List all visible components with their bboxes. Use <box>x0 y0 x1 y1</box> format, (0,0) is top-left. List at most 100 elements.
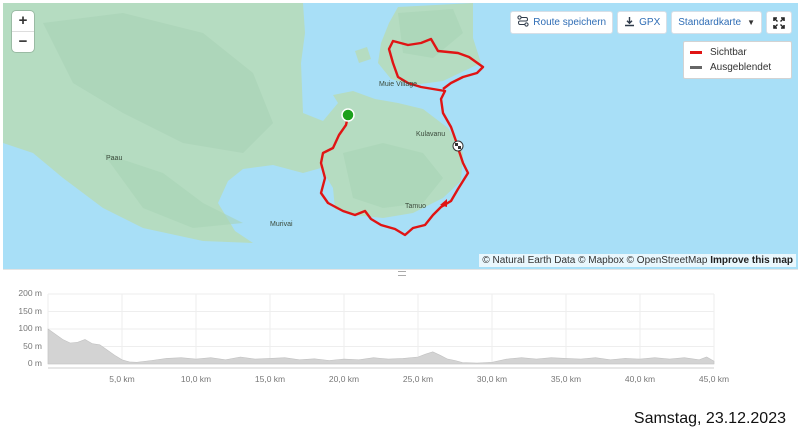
x-tick-label: 25,0 km <box>402 374 434 384</box>
elevation-point <box>669 358 671 360</box>
caret-down-icon: ▼ <box>747 18 755 27</box>
place-label: Murivai <box>270 221 293 228</box>
elevation-point <box>461 362 463 364</box>
map-attribution: © Natural Earth Data © Mapbox © OpenStre… <box>479 254 796 267</box>
map-view[interactable]: Muie Village Kulavanu Paau Tamuo Murivai… <box>3 3 798 269</box>
elevation-point <box>114 354 116 356</box>
elevation-point <box>180 357 182 359</box>
elevation-point <box>84 339 86 341</box>
elevation-point <box>506 358 508 360</box>
elevation-point <box>69 342 71 344</box>
elevation-point <box>439 354 441 356</box>
elevation-point <box>373 357 375 359</box>
x-tick-label: 40,0 km <box>624 374 656 384</box>
elevation-point <box>313 358 315 360</box>
elevation-point <box>54 333 56 335</box>
y-tick-label: 50 m <box>23 340 42 351</box>
place-label: Kulavanu <box>416 131 446 138</box>
legend-swatch <box>690 66 702 69</box>
x-tick-label: 15,0 km <box>254 374 286 384</box>
elevation-point <box>284 357 286 359</box>
elevation-point <box>299 359 301 361</box>
elevation-profile[interactable]: 200 m 150 m 100 m 50 m 0 m 5,0 km 10,0 km 15,0 … <box>0 282 800 392</box>
elevation-point <box>609 359 611 361</box>
elevation-point <box>706 356 708 358</box>
place-label: Tamuo <box>405 203 427 210</box>
elevation-point <box>639 358 641 360</box>
date-caption: Samstag, 23.12.2023 <box>633 410 786 427</box>
elevation-point <box>106 349 108 351</box>
save-route-button[interactable]: Route speichern <box>510 11 614 34</box>
gpx-label: GPX <box>639 17 661 28</box>
place-label: Muie Village <box>379 81 418 88</box>
elevation-point <box>454 360 456 362</box>
elevation-point <box>476 362 478 364</box>
elevation-point <box>195 358 197 360</box>
panel-resize-handle[interactable] <box>3 269 798 276</box>
elevation-point <box>417 356 419 358</box>
place-label: Paau <box>106 155 123 162</box>
elevation-point <box>432 351 434 353</box>
elevation-point <box>550 357 552 359</box>
y-tick-label: 0 m <box>27 358 42 368</box>
elevation-point <box>713 360 715 362</box>
elevation-point <box>683 357 685 359</box>
elevation-point <box>151 360 153 362</box>
elevation-point <box>62 339 64 341</box>
elevation-point <box>595 357 597 359</box>
x-tick-label: 5,0 km <box>109 374 135 384</box>
x-tick-label: 20,0 km <box>328 374 360 384</box>
map-style-label: Standardkarte <box>678 17 742 28</box>
legend-label: Ausgeblendet <box>710 62 772 73</box>
elevation-point <box>239 356 241 358</box>
zoom-control: + − <box>12 11 34 52</box>
zoom-out-button[interactable]: − <box>12 32 34 52</box>
elevation-point <box>225 359 227 361</box>
elevation-point <box>121 359 123 361</box>
gpx-download-button[interactable]: GPX <box>617 11 668 34</box>
start-marker <box>341 108 355 122</box>
elevation-point <box>254 358 256 360</box>
fullscreen-icon <box>773 16 785 29</box>
x-tick-label: 45,0 km <box>698 374 730 384</box>
elevation-point <box>424 353 426 355</box>
download-icon <box>624 16 635 30</box>
route-icon <box>517 15 529 30</box>
x-tick-label: 35,0 km <box>550 374 582 384</box>
elevation-point <box>128 361 130 363</box>
elevation-point <box>91 343 93 345</box>
legend-item-hidden[interactable]: Ausgeblendet <box>690 60 791 75</box>
y-tick-label: 100 m <box>18 323 42 333</box>
elevation-point <box>358 359 360 361</box>
y-tick-label: 200 m <box>18 288 42 298</box>
map-toolbar: Route speichern GPX Standardkarte ▼ <box>510 11 762 34</box>
elevation-point <box>624 357 626 359</box>
attribution-text: © Natural Earth Data © Mapbox © OpenStre… <box>482 255 708 266</box>
elevation-point <box>165 357 167 359</box>
elevation-point <box>521 357 523 359</box>
improve-map-link[interactable]: Improve this map <box>710 255 793 266</box>
elevation-point <box>402 357 404 359</box>
grip-icon <box>398 271 406 276</box>
zoom-in-button[interactable]: + <box>12 11 34 32</box>
elevation-point <box>99 344 101 346</box>
x-tick-label: 10,0 km <box>180 374 212 384</box>
elevation-point <box>491 361 493 363</box>
elevation-point <box>328 360 330 362</box>
elevation-point <box>698 359 700 361</box>
map-terrain <box>3 3 485 243</box>
map-style-dropdown[interactable]: Standardkarte ▼ <box>671 11 762 34</box>
elevation-point <box>387 358 389 360</box>
route-legend: Sichtbar Ausgeblendet <box>683 41 792 79</box>
fullscreen-button[interactable] <box>766 11 792 34</box>
elevation-point <box>447 358 449 360</box>
legend-item-visible[interactable]: Sichtbar <box>690 45 791 60</box>
elevation-point <box>47 328 49 330</box>
save-route-label: Route speichern <box>533 17 607 28</box>
elevation-point <box>535 358 537 360</box>
y-tick-label: 150 m <box>18 305 42 316</box>
x-tick-label: 30,0 km <box>476 374 508 384</box>
elevation-point <box>565 357 567 359</box>
elevation-point <box>654 357 656 359</box>
elevation-point <box>580 358 582 360</box>
